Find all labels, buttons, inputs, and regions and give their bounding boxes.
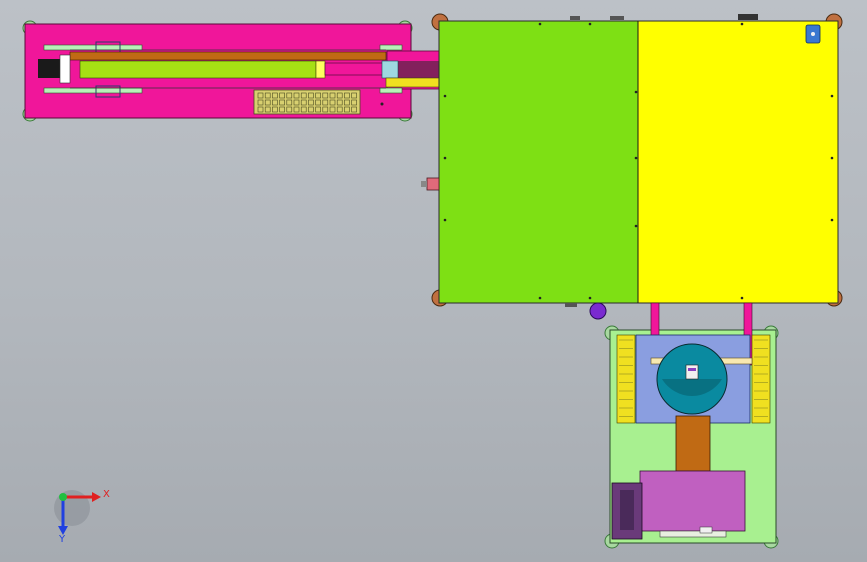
- left-bed: [438, 20, 639, 304]
- green-cylinder: [79, 60, 317, 79]
- purple-knob[interactable]: [589, 302, 607, 320]
- top-latch: [738, 14, 758, 20]
- screw-dot: [538, 22, 542, 26]
- x-axis-arrowhead: [92, 492, 101, 502]
- screw-dot: [443, 94, 447, 98]
- conveyor-assembly[interactable]: [22, 20, 441, 122]
- screw-dot: [588, 296, 592, 300]
- lower-station[interactable]: [604, 302, 779, 549]
- guide-rail-top-right: [379, 44, 403, 51]
- small-screw: [380, 102, 384, 106]
- top-latch: [570, 16, 580, 20]
- yellow-belt: [385, 77, 441, 88]
- dark-belt: [398, 61, 440, 78]
- motor-block: [639, 470, 746, 532]
- disc-hub: [685, 364, 699, 380]
- y-axis-label: Y: [58, 534, 66, 545]
- side-handle-stem: [421, 181, 427, 187]
- side-unit-inner: [620, 490, 634, 530]
- axis-origin: [59, 493, 67, 501]
- screw-dot: [443, 218, 447, 222]
- cad-viewport[interactable]: X Y: [0, 0, 867, 562]
- hub-stripe: [688, 368, 696, 371]
- top-latch: [610, 16, 624, 20]
- control-button-icon: [811, 32, 815, 36]
- screw-dot: [830, 218, 834, 222]
- side-handle[interactable]: [426, 177, 440, 191]
- guide-rail-bottom-right: [379, 87, 403, 94]
- cable-duct: [659, 530, 727, 538]
- motor-tab: [699, 526, 713, 534]
- guide-rail-bottom: [43, 87, 143, 94]
- rod-end-block: [381, 60, 399, 79]
- screw-dot: [538, 296, 542, 300]
- guide-rail-top: [43, 44, 143, 51]
- screw-dot: [830, 156, 834, 160]
- x-axis-label: X: [103, 489, 110, 500]
- screw-dot: [740, 296, 744, 300]
- piston-rod: [324, 62, 384, 76]
- screw-dot: [634, 90, 638, 94]
- screw-dot: [740, 22, 744, 26]
- screw-dot: [830, 94, 834, 98]
- screw-dot: [634, 156, 638, 160]
- end-motor: [38, 59, 60, 78]
- right-bed: [637, 20, 839, 304]
- screw-dot: [634, 224, 638, 228]
- bottom-latch: [565, 303, 577, 307]
- end-bracket: [59, 54, 71, 84]
- brown-belt: [69, 51, 387, 61]
- column: [675, 415, 711, 472]
- screw-dot: [443, 156, 447, 160]
- main-table[interactable]: [421, 13, 843, 320]
- screw-dot: [588, 22, 592, 26]
- axis-triad: X Y: [54, 489, 110, 545]
- cylinder-cap: [315, 60, 326, 79]
